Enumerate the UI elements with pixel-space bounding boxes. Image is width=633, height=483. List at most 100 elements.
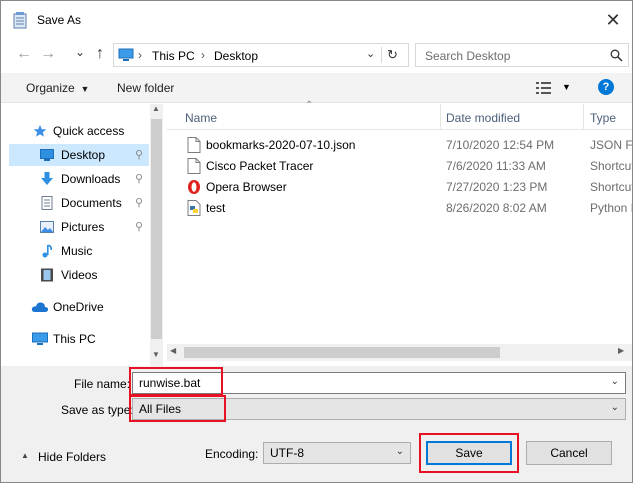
- up-button[interactable]: ↑: [91, 43, 109, 65]
- organize-label: Organize: [26, 81, 75, 95]
- sidebar-item-quick-access[interactable]: Quick access: [9, 120, 149, 142]
- back-button[interactable]: ←: [15, 43, 33, 65]
- file-name: test: [206, 201, 226, 215]
- documents-icon: [41, 196, 53, 210]
- computer-icon: [118, 48, 134, 61]
- pin-icon: ⚲: [135, 149, 144, 161]
- chevron-down-icon[interactable]: ⌄: [611, 376, 619, 387]
- sidebar-item-desktop[interactable]: Desktop ⚲: [9, 144, 149, 166]
- file-row[interactable]: bookmarks-2020-07-10.json 7/10/2020 12:5…: [167, 134, 632, 155]
- file-type: Shortcut: [590, 159, 632, 173]
- sidebar-item-label: Music: [61, 244, 93, 258]
- scroll-down-arrow-icon[interactable]: ▼: [152, 350, 160, 359]
- file-date: 7/27/2020 1:23 PM: [446, 180, 548, 194]
- notepad-icon: [13, 12, 27, 29]
- hide-folders-button[interactable]: Hide Folders: [38, 450, 106, 464]
- desktop-icon: [40, 149, 54, 161]
- scroll-right-arrow-icon[interactable]: ▶: [618, 346, 624, 355]
- save-type-label: Save as type:: [61, 403, 134, 417]
- sidebar-item-downloads[interactable]: Downloads ⚲: [9, 168, 149, 190]
- scroll-left-arrow-icon[interactable]: ◀: [170, 346, 176, 355]
- column-header-name[interactable]: Name: [185, 111, 217, 125]
- file-icon: [187, 137, 201, 153]
- breadcrumb-this-pc[interactable]: This PC: [152, 49, 195, 63]
- save-as-dialog: Save As ✕ ← → ⌄ ↑ › This PC › Desktop ⌄ …: [0, 0, 633, 483]
- file-date: 8/26/2020 8:02 AM: [446, 201, 547, 215]
- search-icon: [610, 49, 623, 62]
- sidebar-item-label: This PC: [53, 332, 96, 346]
- search-box[interactable]: Search Desktop: [415, 43, 629, 67]
- videos-icon: [41, 268, 53, 282]
- sidebar-item-onedrive[interactable]: OneDrive: [9, 296, 149, 318]
- address-bar[interactable]: › This PC › Desktop ⌄ ↻: [113, 43, 409, 67]
- window-title: Save As: [37, 13, 82, 27]
- view-options-icon[interactable]: [536, 81, 552, 95]
- file-date: 7/10/2020 12:54 PM: [446, 138, 555, 152]
- file-type: Python File: [590, 201, 632, 215]
- file-row[interactable]: Opera Browser 7/27/2020 1:23 PM Shortcut: [167, 176, 632, 197]
- column-header-type[interactable]: Type: [590, 111, 616, 125]
- file-type: JSON File: [590, 138, 632, 152]
- breadcrumb-desktop[interactable]: Desktop: [214, 49, 258, 63]
- chevron-up-icon[interactable]: ▲: [21, 451, 29, 460]
- chevron-down-icon: ⌄: [610, 402, 619, 413]
- sort-indicator-icon: ⌃: [305, 100, 314, 111]
- sidebar-item-music[interactable]: Music: [9, 240, 149, 262]
- refresh-icon[interactable]: ↻: [387, 47, 398, 63]
- cancel-button[interactable]: Cancel: [526, 441, 612, 465]
- encoding-value: UTF-8: [270, 446, 304, 460]
- forward-button[interactable]: →: [39, 43, 57, 65]
- title-bar[interactable]: Save As ✕: [1, 1, 632, 39]
- column-divider[interactable]: [583, 104, 584, 130]
- sidebar-item-label: Downloads: [61, 172, 121, 186]
- search-input[interactable]: Search Desktop: [425, 49, 510, 63]
- scroll-up-arrow-icon[interactable]: ▲: [152, 104, 160, 113]
- sidebar-item-label: Videos: [61, 268, 98, 282]
- music-icon: [42, 244, 53, 258]
- recent-locations-button[interactable]: ⌄: [71, 41, 89, 63]
- help-icon[interactable]: ?: [598, 79, 614, 95]
- highlight-box: [419, 433, 519, 473]
- file-list-header: ⌃ Name Date modified Type: [167, 100, 632, 130]
- chevron-down-icon[interactable]: ▼: [562, 82, 571, 92]
- pictures-icon: [40, 221, 54, 233]
- column-divider[interactable]: [440, 104, 441, 130]
- breadcrumb-separator: ›: [138, 48, 142, 62]
- divider: [381, 47, 382, 63]
- chevron-down-icon: ▼: [78, 84, 90, 94]
- computer-icon: [32, 332, 48, 345]
- file-row[interactable]: Cisco Packet Tracer 7/6/2020 11:33 AM Sh…: [167, 155, 632, 176]
- python-file-icon: [187, 200, 201, 216]
- encoding-select[interactable]: UTF-8 ⌄: [263, 442, 411, 464]
- pin-icon: ⚲: [135, 173, 144, 185]
- file-icon: [187, 158, 201, 174]
- sidebar-item-label: Desktop: [61, 148, 106, 162]
- sidebar-item-label: Pictures: [61, 220, 105, 234]
- sidebar-item-documents[interactable]: Documents ⚲: [9, 192, 149, 214]
- highlight-box: [129, 367, 223, 396]
- file-name: Opera Browser: [206, 180, 287, 194]
- chevron-down-icon: ⌄: [395, 446, 404, 457]
- sidebar-item-pictures[interactable]: Pictures ⚲: [9, 216, 149, 238]
- organize-button[interactable]: Organize ▼: [26, 81, 89, 95]
- download-icon: [41, 172, 53, 185]
- highlight-box: [129, 395, 226, 422]
- sidebar-item-label: Documents: [61, 196, 122, 210]
- file-list-scrollbar-thumb[interactable]: [184, 347, 500, 358]
- cloud-icon: [31, 302, 49, 312]
- pin-icon: ⚲: [135, 221, 144, 233]
- file-date: 7/6/2020 11:33 AM: [446, 159, 546, 173]
- file-type: Shortcut: [590, 180, 632, 194]
- new-folder-button[interactable]: New folder: [117, 81, 174, 95]
- navigation-scrollbar-thumb[interactable]: [151, 119, 162, 339]
- sidebar-item-label: OneDrive: [53, 300, 104, 314]
- navigation-pane: Quick access Desktop ⚲ Downloads ⚲ Docum…: [9, 104, 163, 366]
- close-button[interactable]: ✕: [601, 9, 625, 31]
- encoding-label: Encoding:: [205, 447, 259, 461]
- file-row[interactable]: test 8/26/2020 8:02 AM Python File: [167, 197, 632, 218]
- sidebar-item-videos[interactable]: Videos: [9, 264, 149, 286]
- sidebar-item-this-pc[interactable]: This PC: [9, 328, 149, 350]
- address-dropdown-icon[interactable]: ⌄: [366, 47, 375, 60]
- column-header-date[interactable]: Date modified: [446, 111, 520, 125]
- command-bar: Organize ▼ New folder ▼ ?: [1, 73, 632, 103]
